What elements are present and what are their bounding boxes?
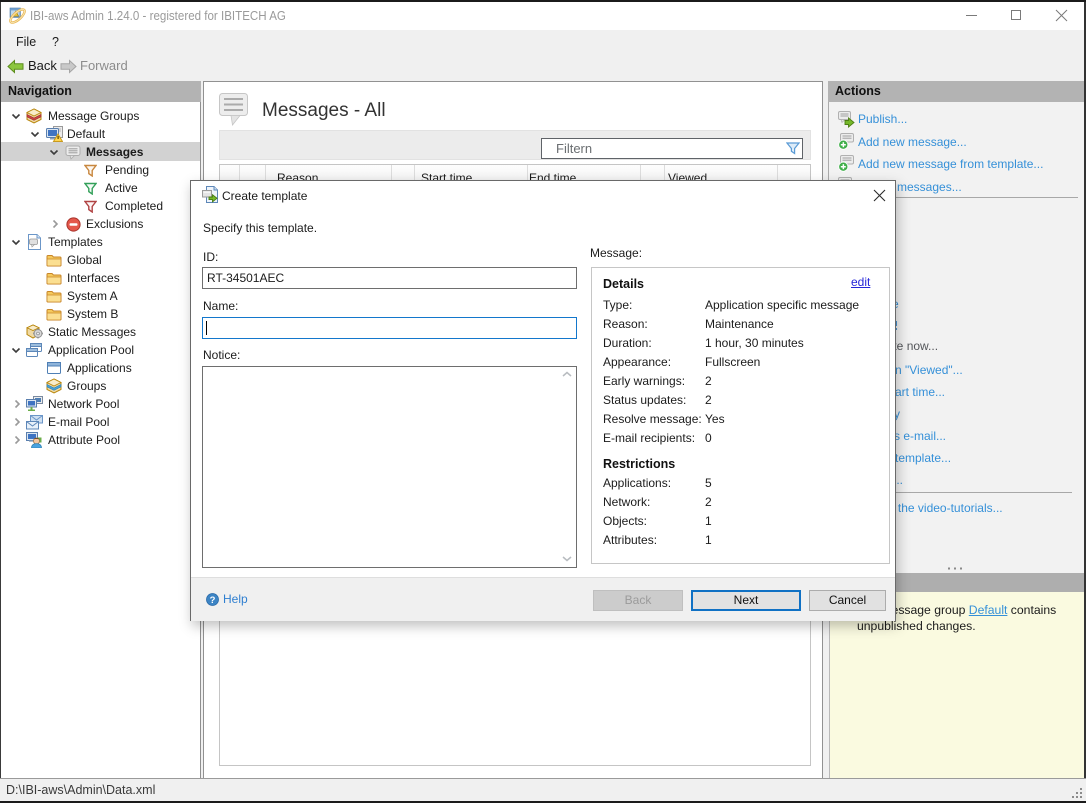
svg-text:?: ? bbox=[210, 595, 216, 606]
